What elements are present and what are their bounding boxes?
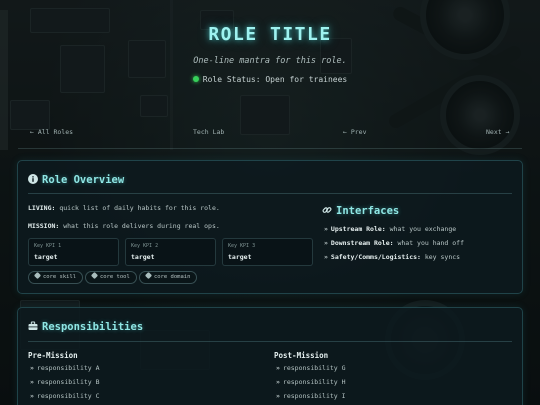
interfaces-heading: Interfaces <box>322 205 399 217</box>
tag-label: core skill <box>43 274 77 280</box>
arrow-icon: » <box>276 364 280 372</box>
list-item: » responsibility C <box>30 392 100 400</box>
list-item: » responsibility A <box>30 364 100 372</box>
tag-label: core tool <box>100 274 130 280</box>
tool-tag[interactable]: core tool <box>85 271 137 284</box>
kpi-card: Key KPI 1 target <box>28 238 119 266</box>
interface-label: Safety/Comms/Logistics: <box>330 253 421 261</box>
interfaces-title: Interfaces <box>336 205 400 217</box>
role-overview-title: Role Overview <box>42 174 125 186</box>
interface-text: key syncs <box>424 253 461 261</box>
list-item: » responsibility B <box>30 378 100 386</box>
link-icon <box>322 207 332 213</box>
responsibilities-heading: Responsibilities <box>28 321 143 333</box>
list-item-text: responsibility C <box>36 392 100 400</box>
arrow-icon: » <box>276 392 280 400</box>
briefcase-icon <box>28 321 38 330</box>
responsibilities-title: Responsibilities <box>42 321 144 333</box>
status-text: Role Status: Open for trainees <box>202 75 348 84</box>
mission-line: MISSION: what this role delivers during … <box>28 222 220 230</box>
role-status: Role Status: Open for trainees <box>0 75 540 84</box>
interface-label: Downstream Role: <box>330 239 394 247</box>
list-item: » responsibility I <box>276 392 346 400</box>
list-item-text: responsibility G <box>282 364 346 372</box>
arrow-icon: » <box>30 378 34 386</box>
arrow-icon: » <box>324 225 328 233</box>
role-overview-card: Role Overview LIVING: quick list of dail… <box>17 160 523 294</box>
kpi-label: Key KPI 2 <box>131 243 159 249</box>
role-navigation: ← All Roles Tech Lab ← Prev Next → <box>0 128 540 149</box>
skill-tag[interactable]: core skill <box>28 271 84 284</box>
list-item-text: responsibility H <box>282 378 346 386</box>
tag-label: core domain <box>154 274 191 280</box>
mission-label: MISSION: <box>28 222 60 230</box>
list-item-text: responsibility A <box>36 364 100 372</box>
list-item-text: responsibility B <box>36 378 100 386</box>
kpi-card: Key KPI 2 target <box>125 238 216 266</box>
status-dot-icon <box>192 76 199 82</box>
arrow-icon: » <box>30 392 34 400</box>
kpi-value: target <box>34 253 58 261</box>
kpi-value: target <box>228 253 252 261</box>
page-title: ROLE TITLE <box>208 24 332 45</box>
nav-divider <box>18 148 522 149</box>
interface-item: » Upstream Role: what you exchange <box>324 225 456 233</box>
interface-item: » Safety/Comms/Logistics: key syncs <box>324 253 460 261</box>
arrow-icon: » <box>324 239 328 247</box>
overview-divider <box>28 193 512 194</box>
living-text: quick list of daily habits for this role… <box>59 204 220 212</box>
post-mission-heading: Post-Mission <box>274 351 329 360</box>
kpi-label: Key KPI 1 <box>34 243 62 249</box>
arrow-icon: » <box>324 253 328 261</box>
next-link[interactable]: Next → <box>486 128 509 136</box>
responsibilities-card: Responsibilities Pre-Mission » responsibi… <box>17 307 523 405</box>
domain-tag[interactable]: core domain <box>139 271 198 284</box>
interface-text: what you exchange <box>389 225 457 233</box>
list-item: » responsibility G <box>276 364 346 372</box>
info-icon <box>28 174 38 184</box>
all-roles-link[interactable]: ← All Roles <box>30 128 73 136</box>
tag-icon <box>33 271 42 280</box>
living-line: LIVING: quick list of daily habits for t… <box>28 204 220 212</box>
tag-icon <box>144 271 153 280</box>
arrow-icon: » <box>276 378 280 386</box>
responsibilities-divider <box>28 341 512 342</box>
list-item: » responsibility H <box>276 378 346 386</box>
pre-mission-heading: Pre-Mission <box>28 351 78 360</box>
arrow-icon: » <box>30 364 34 372</box>
interface-label: Upstream Role: <box>330 225 386 233</box>
kpi-card: Key KPI 3 target <box>222 238 313 266</box>
kpi-value: target <box>131 253 155 261</box>
tag-icon <box>90 271 99 280</box>
role-overview-heading: Role Overview <box>28 174 124 186</box>
list-item-text: responsibility I <box>282 392 346 400</box>
living-label: LIVING: <box>28 204 56 212</box>
kpi-label: Key KPI 3 <box>228 243 256 249</box>
role-tagline: One-line mantra for this role. <box>193 56 347 66</box>
interface-text: what you hand off <box>397 239 464 247</box>
prev-link[interactable]: ← Prev <box>343 128 366 136</box>
tech-lab-link[interactable]: Tech Lab <box>193 128 224 136</box>
interface-item: » Downstream Role: what you hand off <box>324 239 464 247</box>
mission-text: what this role delivers during real ops. <box>63 222 220 230</box>
